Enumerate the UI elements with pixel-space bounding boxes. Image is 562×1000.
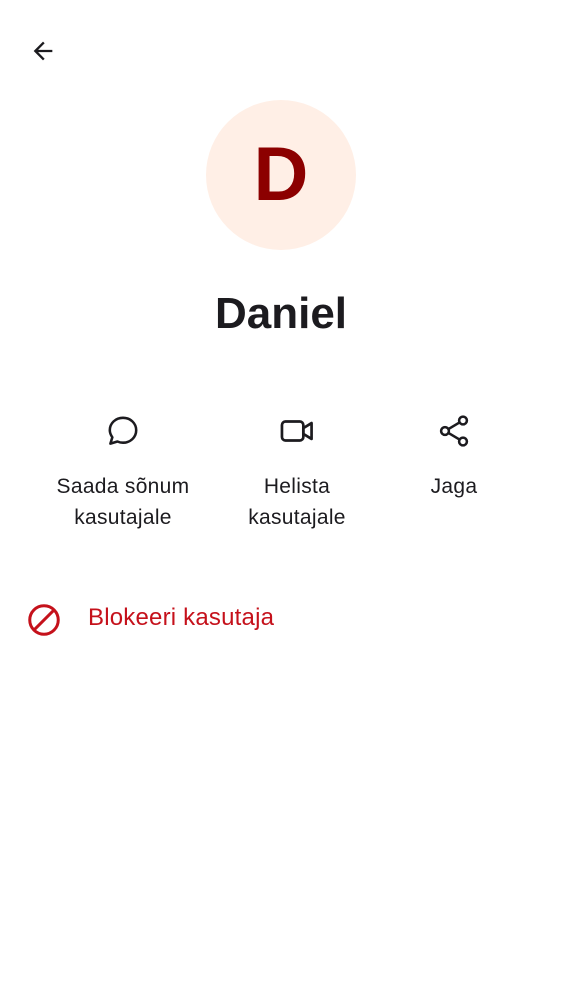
share-label: Jaga [430, 475, 478, 498]
share-icon [431, 408, 477, 454]
back-button[interactable] [20, 28, 66, 74]
contact-name: Daniel [214, 289, 348, 338]
contact-profile-screen: D Daniel Saada sõnum kasutajale Helista … [0, 0, 562, 1000]
avatar-initial: D [253, 132, 309, 217]
block-user-button[interactable]: Blokeeri kasutaja [0, 592, 562, 646]
send-message-label: Saada sõnum kasutajale [56, 475, 190, 529]
avatar: D [206, 100, 356, 250]
send-message-button[interactable]: Saada sõnum kasutajale [45, 408, 201, 533]
video-call-label: Helista kasutajale [248, 475, 346, 529]
block-user-label: Blokeeri kasutaja [88, 604, 275, 631]
block-icon [24, 600, 64, 640]
share-button[interactable]: Jaga [404, 408, 504, 502]
arrow-back-icon [33, 41, 53, 61]
video-call-button[interactable]: Helista kasutajale [218, 408, 376, 533]
video-camera-icon [274, 408, 320, 454]
chat-bubble-icon [100, 408, 146, 454]
